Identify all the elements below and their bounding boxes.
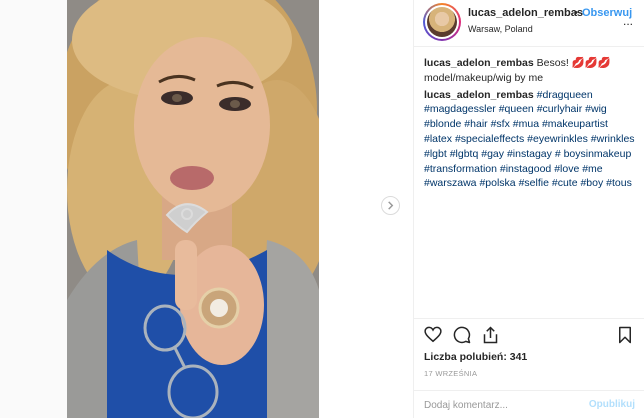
avatar-image [427, 7, 457, 37]
hashtag-link[interactable]: #tous [606, 177, 632, 189]
post-photo[interactable] [67, 0, 319, 418]
hashtag-link[interactable]: boysinmakeup [564, 148, 632, 160]
comments-section: lucas_adelon_rembas Besos! 💋💋💋 model/mak… [424, 56, 638, 193]
post-comment-button[interactable]: Opublikuj [589, 399, 635, 410]
hashtag-link[interactable]: #wig [585, 103, 607, 115]
comment-bubble-icon [453, 326, 471, 344]
bookmark-icon [619, 326, 631, 344]
separator-dot: • [574, 7, 578, 19]
post-date: 17 WRZEŚNIA [424, 369, 478, 378]
more-options-button[interactable]: ... [623, 14, 633, 28]
caption-author-link[interactable]: lucas_adelon_rembas [424, 57, 534, 69]
hashtag-link[interactable]: #eyewrinkles [527, 133, 588, 145]
hashtag-link[interactable]: #makeupartist [542, 118, 608, 130]
avatar-border [425, 5, 459, 39]
hashtag-link[interactable]: #transformation [424, 163, 497, 175]
hashtag-link[interactable]: #warszawa [424, 177, 477, 189]
avatar[interactable] [423, 3, 461, 41]
caption: lucas_adelon_rembas Besos! 💋💋💋 model/mak… [424, 56, 638, 86]
portrait-image [67, 0, 319, 418]
save-button[interactable] [618, 326, 632, 349]
hashtag-link[interactable]: #specialeffects [455, 133, 524, 145]
hashtag-link[interactable]: #hair [464, 118, 487, 130]
comment-form: Opublikuj [414, 390, 644, 418]
likes-count[interactable]: Liczba polubień: 341 [424, 351, 527, 363]
next-photo-button[interactable] [381, 196, 400, 215]
hashtag-link[interactable]: #boy [580, 177, 603, 189]
share-icon [483, 326, 498, 344]
hashtag-link[interactable]: #latex [424, 133, 452, 145]
chevron-right-icon [388, 201, 394, 210]
hashtag-link[interactable]: #selfie [519, 177, 549, 189]
post-details-panel: lucas_adelon_rembas • Obserwuj Warsaw, P… [413, 0, 644, 418]
hashtag-link[interactable]: #dragqueen [537, 89, 593, 101]
share-button[interactable] [482, 326, 499, 349]
hashtag-link[interactable]: #gay [481, 148, 504, 160]
action-bar [414, 318, 644, 348]
left-background [0, 0, 67, 418]
username-link[interactable]: lucas_adelon_rembas [468, 7, 583, 19]
location-link[interactable]: Warsaw, Poland [468, 24, 533, 34]
hashtag-link[interactable]: #magdagessler [424, 103, 496, 115]
hashtag-link[interactable]: #curlyhair [537, 103, 583, 115]
heart-icon [424, 326, 442, 343]
hashtag-link[interactable]: #lgbtq [450, 148, 479, 160]
like-button[interactable] [424, 326, 442, 348]
hashtag-link[interactable]: #instagood [500, 163, 551, 175]
hashtag-link[interactable]: #polska [479, 177, 515, 189]
comment-input[interactable] [424, 397, 614, 413]
hashtag-link[interactable]: #mua [513, 118, 539, 130]
hashtags-comment: lucas_adelon_rembas #dragqueen #magdages… [424, 88, 638, 192]
post-header: lucas_adelon_rembas • Obserwuj Warsaw, P… [414, 0, 644, 47]
hashtag-link[interactable]: #wrinkles [591, 133, 635, 145]
hashtag-link[interactable]: #instagay [507, 148, 552, 160]
hashtag-link[interactable]: #cute [552, 177, 578, 189]
hashtag-link[interactable]: #lgbt [424, 148, 447, 160]
comment-button[interactable] [453, 326, 471, 349]
hashtag-link[interactable]: #love [554, 163, 579, 175]
hashtags-author-link[interactable]: lucas_adelon_rembas [424, 89, 534, 101]
hashtag-link[interactable]: #sfx [491, 118, 510, 130]
hashtag-link[interactable]: #blonde [424, 118, 461, 130]
hashtag-link[interactable]: # [555, 148, 561, 160]
hashtag-link[interactable]: #me [582, 163, 602, 175]
hashtag-link[interactable]: #queen [499, 103, 534, 115]
hashtags-list: #dragqueen #magdagessler #queen #curlyha… [424, 89, 635, 190]
